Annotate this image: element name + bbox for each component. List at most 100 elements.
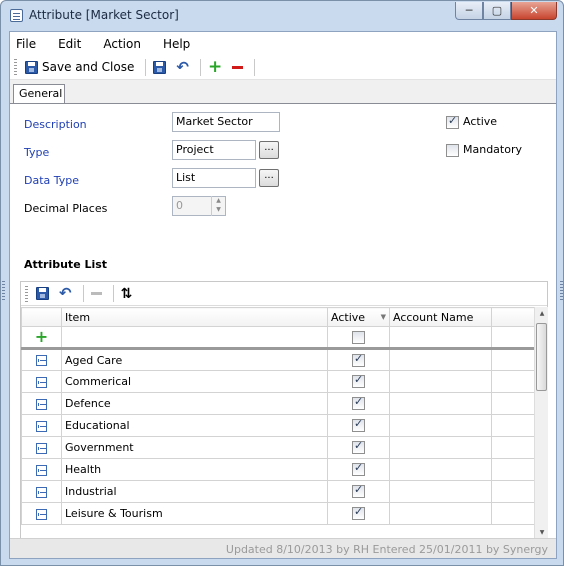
menu-action[interactable]: Action — [103, 37, 141, 51]
account-name-cell[interactable] — [389, 502, 492, 525]
account-name-cell[interactable] — [389, 458, 492, 481]
new-account-cell[interactable] — [389, 326, 492, 350]
row-selector[interactable] — [21, 436, 62, 459]
new-active-cell[interactable] — [327, 326, 390, 350]
row-active-checkbox[interactable] — [352, 439, 365, 455]
table-row[interactable]: Commerical — [21, 370, 535, 393]
row-selector[interactable] — [21, 414, 62, 437]
toolbar-grip[interactable] — [14, 59, 17, 75]
description-field[interactable]: Market Sector — [172, 112, 280, 132]
sort-arrow-icon[interactable]: ▼ — [381, 313, 386, 321]
left-resize-grip[interactable] — [2, 281, 5, 301]
row-active-checkbox[interactable] — [352, 483, 365, 499]
active-cell[interactable] — [327, 370, 390, 393]
active-cell[interactable] — [327, 502, 390, 525]
account-name-cell[interactable] — [389, 480, 492, 503]
close-button[interactable]: ✕ — [511, 2, 557, 20]
new-item-cell[interactable] — [61, 326, 328, 350]
row-selector[interactable] — [21, 502, 62, 525]
app-icon — [10, 9, 23, 22]
row-selector-header[interactable] — [21, 307, 62, 327]
active-cell[interactable] — [327, 348, 390, 371]
delete-button[interactable] — [229, 57, 246, 77]
right-resize-grip[interactable] — [560, 281, 563, 301]
row-active-checkbox[interactable] — [352, 373, 365, 389]
item-cell[interactable]: Industrial — [61, 480, 328, 503]
type-field[interactable]: Project — [172, 140, 256, 160]
item-cell[interactable]: Educational — [61, 414, 328, 437]
account-name-cell[interactable] — [389, 370, 492, 393]
mandatory-checkbox-label[interactable]: Mandatory — [463, 143, 522, 156]
table-row[interactable]: Aged Care — [21, 348, 535, 371]
active-cell[interactable] — [327, 392, 390, 415]
undo-button[interactable]: ↶ — [173, 57, 192, 77]
account-name-cell[interactable] — [389, 436, 492, 459]
save-button[interactable] — [150, 57, 169, 77]
scroll-thumb[interactable] — [536, 323, 547, 391]
item-cell[interactable]: Aged Care — [61, 348, 328, 371]
spin-down-icon[interactable]: ▼ — [216, 206, 221, 213]
table-row[interactable]: Industrial — [21, 480, 535, 503]
grid-undo-button[interactable]: ↶ — [56, 284, 75, 304]
title-bar[interactable]: Attribute [Market Sector] ─ ▢ ✕ — [1, 1, 563, 31]
datatype-label[interactable]: Data Type — [24, 174, 79, 187]
add-button[interactable]: + — [205, 57, 225, 77]
type-browse-button[interactable]: ... — [259, 141, 279, 159]
datatype-field[interactable]: List — [172, 168, 256, 188]
description-label[interactable]: Description — [24, 118, 87, 131]
item-cell[interactable]: Health — [61, 458, 328, 481]
save-and-close-button[interactable]: Save and Close — [22, 57, 137, 77]
grid-delete-button[interactable] — [88, 284, 105, 304]
new-item-row[interactable]: + — [21, 326, 535, 350]
decimal-spinner[interactable]: ▲ ▼ — [211, 196, 225, 216]
item-cell[interactable]: Leisure & Tourism — [61, 502, 328, 525]
row-active-checkbox[interactable] — [352, 505, 365, 521]
row-selector[interactable] — [21, 480, 62, 503]
mandatory-checkbox[interactable] — [446, 144, 459, 157]
tab-general[interactable]: General — [13, 84, 65, 104]
row-active-checkbox[interactable] — [352, 395, 365, 411]
active-cell[interactable] — [327, 414, 390, 437]
table-row[interactable]: Leisure & Tourism — [21, 502, 535, 525]
grid-sort-button[interactable]: ⇅ — [118, 284, 136, 304]
table-row[interactable]: Educational — [21, 414, 535, 437]
row-selector[interactable] — [21, 370, 62, 393]
active-checkbox[interactable] — [446, 114, 459, 129]
item-cell[interactable]: Government — [61, 436, 328, 459]
account-name-cell[interactable] — [389, 392, 492, 415]
row-active-checkbox[interactable] — [352, 417, 365, 433]
toolbar-grip[interactable] — [25, 285, 28, 302]
scroll-up-icon[interactable]: ▲ — [535, 307, 549, 320]
new-row-selector[interactable]: + — [21, 326, 62, 350]
account-name-cell[interactable] — [389, 414, 492, 437]
column-header-account-name[interactable]: Account Name — [389, 307, 492, 327]
item-cell[interactable]: Commerical — [61, 370, 328, 393]
row-selector[interactable] — [21, 458, 62, 481]
column-header-item[interactable]: Item — [61, 307, 328, 327]
table-row[interactable]: Health — [21, 458, 535, 481]
menu-file[interactable]: File — [16, 37, 36, 51]
active-cell[interactable] — [327, 480, 390, 503]
spin-up-icon[interactable]: ▲ — [216, 197, 221, 204]
grid-vertical-scrollbar[interactable]: ▲ ▼ — [534, 307, 548, 539]
grid-save-button[interactable] — [33, 284, 52, 304]
table-row[interactable]: Defence — [21, 392, 535, 415]
new-active-checkbox[interactable] — [352, 330, 365, 344]
menu-help[interactable]: Help — [163, 37, 190, 51]
active-cell[interactable] — [327, 458, 390, 481]
datatype-browse-button[interactable]: ... — [259, 169, 279, 187]
minimize-button[interactable]: ─ — [455, 2, 483, 20]
menu-edit[interactable]: Edit — [58, 37, 81, 51]
row-selector[interactable] — [21, 348, 62, 371]
type-label[interactable]: Type — [24, 146, 49, 159]
account-name-cell[interactable] — [389, 348, 492, 371]
row-selector[interactable] — [21, 392, 62, 415]
maximize-button[interactable]: ▢ — [483, 2, 511, 20]
column-header-active[interactable]: Active ▼ — [327, 307, 390, 327]
row-active-checkbox[interactable] — [352, 352, 365, 367]
active-cell[interactable] — [327, 436, 390, 459]
row-active-checkbox[interactable] — [352, 461, 365, 477]
table-row[interactable]: Government — [21, 436, 535, 459]
item-cell[interactable]: Defence — [61, 392, 328, 415]
active-checkbox-label[interactable]: Active — [463, 115, 497, 128]
